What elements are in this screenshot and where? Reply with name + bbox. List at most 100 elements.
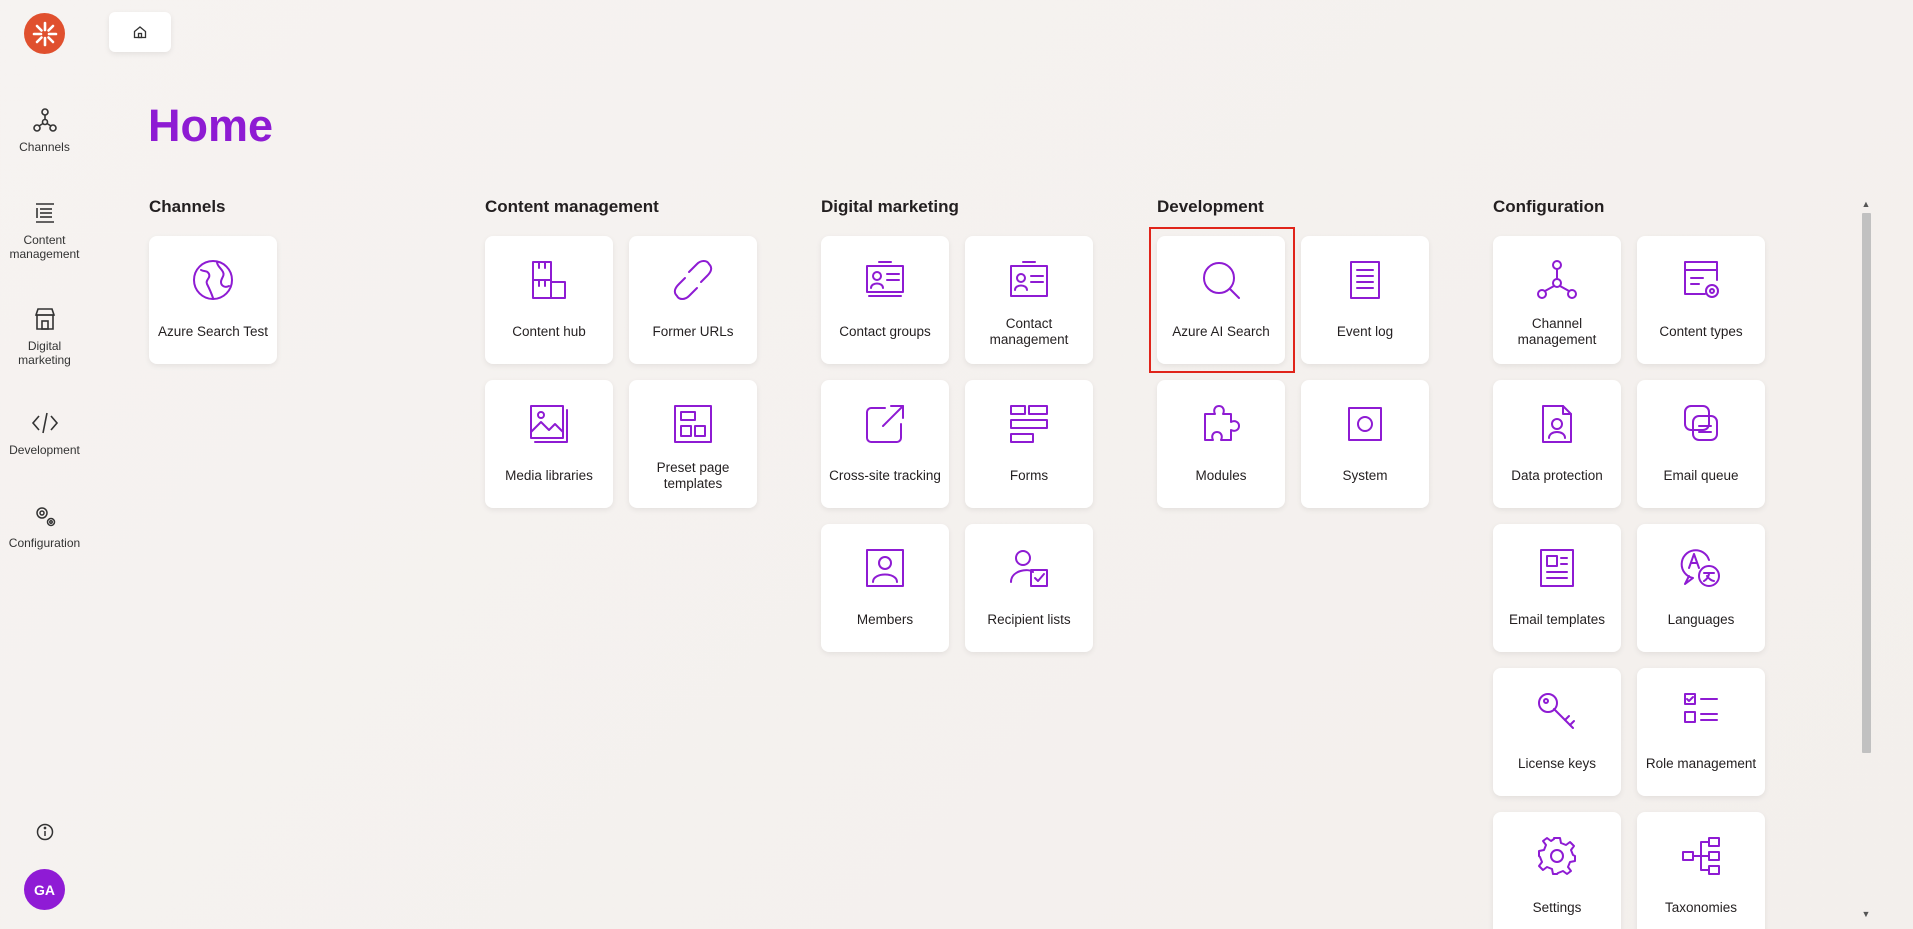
tile-event-log[interactable]: Event log xyxy=(1301,236,1429,364)
tile-former-urls[interactable]: Former URLs xyxy=(629,236,757,364)
tile-email-queue[interactable]: Email queue xyxy=(1637,380,1765,508)
tile-label: Email templates xyxy=(1508,612,1606,627)
tile-members[interactable]: Members xyxy=(821,524,949,652)
rail-item-label: Content management xyxy=(9,233,80,261)
checklist-icon xyxy=(1679,690,1723,734)
tile-content-hub[interactable]: Content hub xyxy=(485,236,613,364)
tile-contact-groups[interactable]: Contact groups xyxy=(821,236,949,364)
tile-azure-search-test[interactable]: Azure Search Test xyxy=(149,236,277,364)
tile-system[interactable]: System xyxy=(1301,380,1429,508)
group-title-digital-marketing: Digital marketing xyxy=(821,197,959,216)
rail-item-development[interactable]: Development xyxy=(0,409,89,457)
tile-label: Members xyxy=(856,612,914,627)
tile-label: Cross-site tracking xyxy=(829,468,941,483)
tile-label: Media libraries xyxy=(505,468,593,483)
form-icon xyxy=(1007,402,1051,446)
tile-languages[interactable]: Languages xyxy=(1637,524,1765,652)
tile-azure-ai-search[interactable]: Azure AI Search xyxy=(1157,236,1285,364)
system-icon xyxy=(1343,402,1387,446)
tile-label: Channel management xyxy=(1517,316,1597,347)
tile-label: Modules xyxy=(1195,468,1247,483)
email-template-icon xyxy=(1535,546,1579,590)
tile-label: Email queue xyxy=(1663,468,1739,483)
document-icon xyxy=(1343,258,1387,302)
configuration-icon xyxy=(31,502,59,530)
scroll-down-arrow-icon[interactable]: ▼ xyxy=(1861,909,1871,919)
tile-label: Languages xyxy=(1667,612,1735,627)
contact-cards-icon xyxy=(863,258,907,302)
tile-label: Settings xyxy=(1532,900,1582,915)
tile-email-templates[interactable]: Email templates xyxy=(1493,524,1621,652)
rail-item-label: Development xyxy=(9,443,80,457)
info-icon xyxy=(36,823,54,841)
tile-label: Contact groups xyxy=(839,324,931,339)
tile-preset-page-templates[interactable]: Preset page templates xyxy=(629,380,757,508)
home-icon xyxy=(133,26,147,39)
tile-label: Forms xyxy=(1009,468,1049,483)
tile-data-protection[interactable]: Data protection xyxy=(1493,380,1621,508)
tile-label: Contact management xyxy=(989,316,1069,347)
tile-label: Content types xyxy=(1659,324,1743,339)
tile-contact-management[interactable]: Contact management xyxy=(965,236,1093,364)
home-tab[interactable] xyxy=(109,12,171,52)
tile-taxonomies[interactable]: Taxonomies xyxy=(1637,812,1765,929)
group-title-development: Development xyxy=(1157,197,1264,216)
content-types-icon xyxy=(1679,258,1723,302)
user-avatar[interactable]: GA xyxy=(24,869,65,910)
tile-recipient-lists[interactable]: Recipient lists xyxy=(965,524,1093,652)
tile-label: Content hub xyxy=(512,324,586,339)
group-title-configuration: Configuration xyxy=(1493,197,1605,216)
kentico-logo[interactable] xyxy=(24,13,65,54)
external-link-icon xyxy=(863,402,907,446)
tile-channel-management[interactable]: Channel management xyxy=(1493,236,1621,364)
puzzle-icon xyxy=(1199,402,1243,446)
search-icon xyxy=(1199,258,1243,302)
rail-item-channels[interactable]: Channels xyxy=(0,106,89,154)
email-queue-icon xyxy=(1679,402,1723,446)
group-title-content-management: Content management xyxy=(485,197,659,216)
tile-content-types[interactable]: Content types xyxy=(1637,236,1765,364)
info-button[interactable] xyxy=(35,822,55,842)
tile-label: Azure AI Search xyxy=(1172,324,1270,339)
gear-icon xyxy=(1535,834,1579,878)
tile-label: Recipient lists xyxy=(987,612,1071,627)
tile-role-management[interactable]: Role management xyxy=(1637,668,1765,796)
data-protection-icon xyxy=(1535,402,1579,446)
tile-label: Former URLs xyxy=(652,324,734,339)
scroll-up-arrow-icon[interactable]: ▲ xyxy=(1861,199,1871,209)
scroll-thumb[interactable] xyxy=(1862,213,1871,753)
taxonomy-icon xyxy=(1679,834,1723,878)
tile-label: Role management xyxy=(1645,756,1757,771)
contact-card-icon xyxy=(1007,258,1051,302)
tile-label: Taxonomies xyxy=(1664,900,1738,915)
link-icon xyxy=(671,258,715,302)
group-title-channels: Channels xyxy=(149,197,226,216)
channels-icon xyxy=(1535,258,1579,302)
development-icon xyxy=(31,409,59,437)
left-navigation-rail: Channels Content management Digital mark… xyxy=(0,0,89,929)
tile-modules[interactable]: Modules xyxy=(1157,380,1285,508)
tile-license-keys[interactable]: License keys xyxy=(1493,668,1621,796)
layout-icon xyxy=(671,402,715,446)
tile-forms[interactable]: Forms xyxy=(965,380,1093,508)
globe-icon xyxy=(191,258,235,302)
member-icon xyxy=(863,546,907,590)
content-management-icon xyxy=(31,199,59,227)
tile-cross-site-tracking[interactable]: Cross-site tracking xyxy=(821,380,949,508)
rail-item-label: Configuration xyxy=(8,536,81,550)
page-title: Home xyxy=(148,100,274,151)
logo-icon xyxy=(32,21,57,46)
rail-item-configuration[interactable]: Configuration xyxy=(0,502,89,550)
tile-label: Azure Search Test xyxy=(157,324,269,339)
tile-label: System xyxy=(1342,468,1388,483)
rail-item-label: Channels xyxy=(19,140,70,154)
vertical-scrollbar[interactable]: ▲ ▼ xyxy=(1859,197,1872,921)
languages-icon xyxy=(1679,546,1723,590)
tile-media-libraries[interactable]: Media libraries xyxy=(485,380,613,508)
image-icon xyxy=(527,402,571,446)
rail-item-digital-marketing[interactable]: Digital marketing xyxy=(0,305,89,367)
rail-item-label: Digital marketing xyxy=(18,339,71,367)
boxes-icon xyxy=(527,258,571,302)
tile-settings[interactable]: Settings xyxy=(1493,812,1621,929)
rail-item-content-management[interactable]: Content management xyxy=(0,199,89,261)
